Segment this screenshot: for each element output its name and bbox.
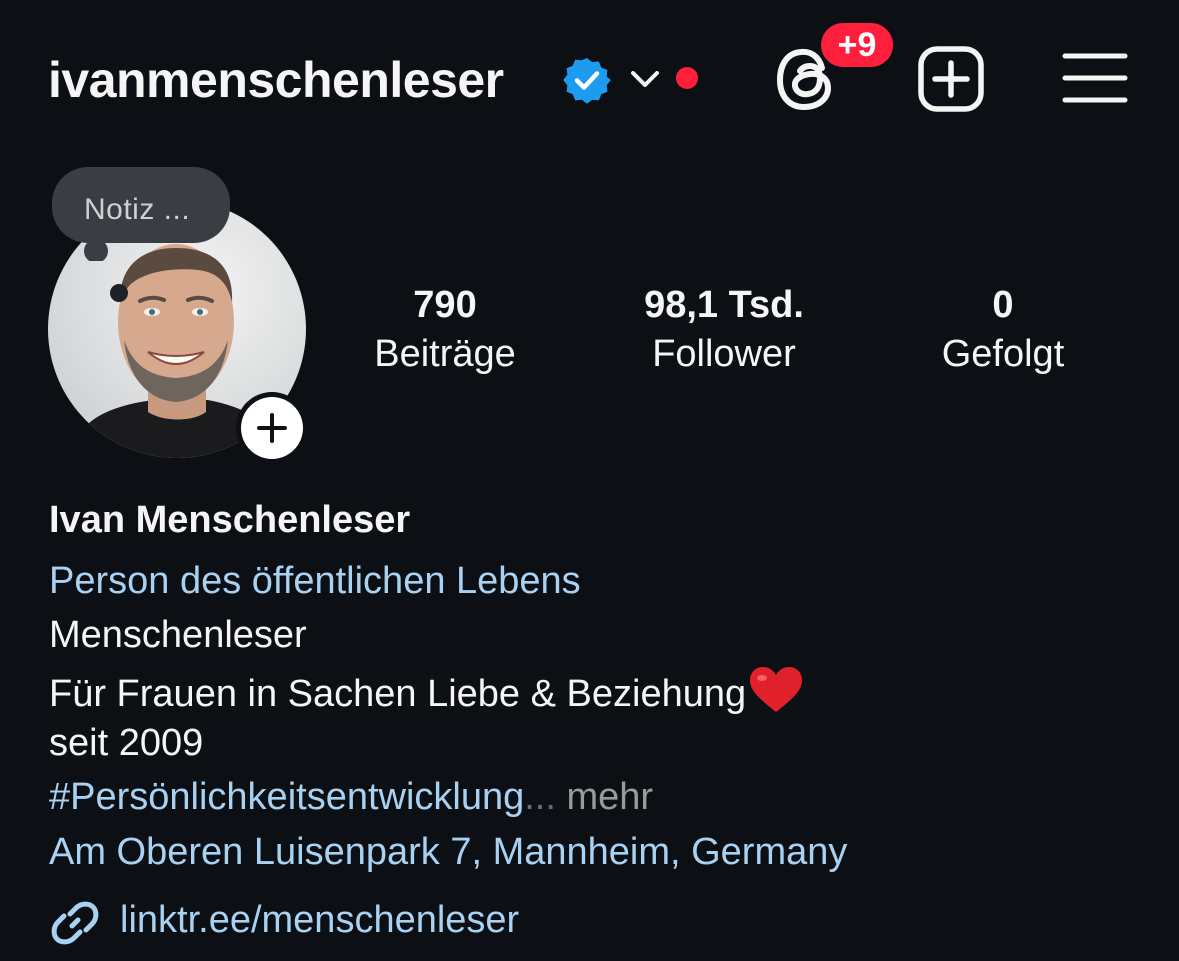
bio-line: Menschenleser [49, 614, 307, 656]
bio-line: #Persönlichkeitsentwicklung... mehr [49, 774, 653, 820]
bio-line-text: Für Frauen in Sachen Liebe & Beziehung [49, 673, 747, 715]
note-placeholder: Notiz ... [84, 193, 191, 226]
bio-ellipsis: ... [524, 776, 556, 818]
profile-username[interactable]: ivanmenschenleser [48, 50, 504, 110]
stat-following[interactable]: 0 Gefolgt [883, 284, 1123, 382]
posts-label: Beiträge [374, 333, 516, 375]
profile-name: Ivan Menschenleser [49, 499, 411, 541]
add-story-button[interactable] [236, 392, 308, 464]
hashtag-link[interactable]: #Persönlichkeitsentwicklung [49, 776, 524, 818]
hamburger-menu-icon[interactable] [1062, 52, 1128, 104]
heart-emoji-icon [750, 667, 803, 712]
unread-dot [676, 67, 698, 89]
followers-label: Follower [652, 333, 796, 375]
more-button[interactable]: mehr [567, 776, 654, 818]
following-label: Gefolgt [941, 333, 1065, 375]
bio-line: Für Frauen in Sachen Liebe & Beziehung [49, 666, 804, 717]
plus-icon [257, 413, 287, 443]
external-link[interactable]: linktr.ee/menschenleser [120, 897, 519, 943]
plus-square-icon[interactable] [916, 44, 986, 114]
stat-followers[interactable]: 98,1 Tsd. Follower [604, 284, 844, 382]
verified-badge-icon [563, 58, 611, 104]
address-link[interactable]: Am Oberen Luisenpark 7, Mannheim, German… [49, 829, 847, 875]
profile-category[interactable]: Person des öffentlichen Lebens [49, 558, 581, 604]
stat-posts[interactable]: 790 Beiträge [325, 284, 565, 382]
note-tail-dot [110, 284, 128, 302]
bio-line: seit 2009 [49, 722, 204, 764]
chevron-down-icon[interactable] [627, 64, 663, 94]
link-icon [51, 901, 99, 945]
followers-count: 98,1 Tsd. [644, 284, 804, 326]
notification-badge: +9 [818, 20, 896, 70]
posts-count: 790 [413, 284, 477, 326]
following-count: 0 [992, 284, 1014, 326]
